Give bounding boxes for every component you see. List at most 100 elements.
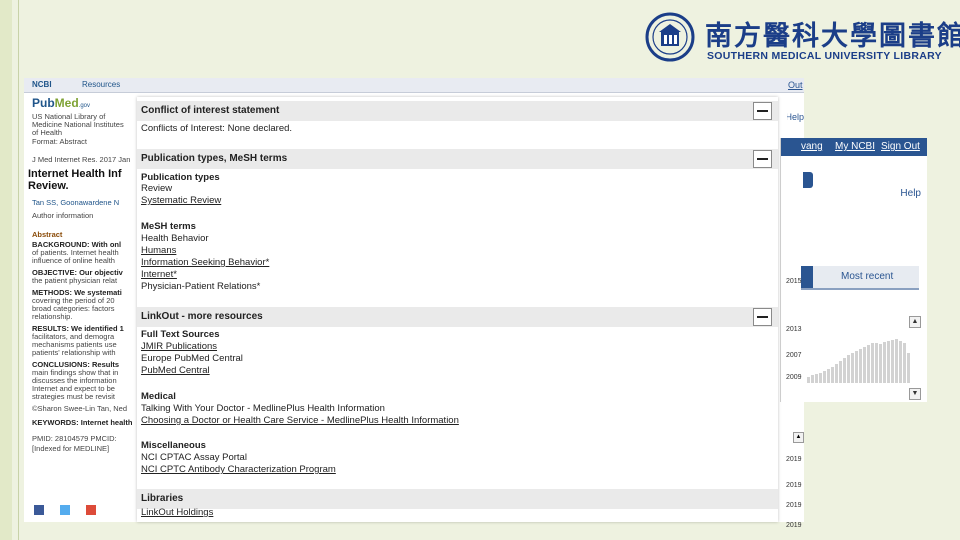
library-english-name: SOUTHERN MEDICAL UNIVERSITY LIBRARY [707,50,942,62]
section-publication-types-mesh: Publication types, MeSH terms [137,149,778,169]
edge-year-fragment: 2019 [786,456,802,463]
section-title-linkout: LinkOut - more resources [141,311,263,322]
slide-left-line [18,0,19,540]
year-bar[interactable] [843,358,846,383]
mesh-term: Physician-Patient Relations* [141,281,261,292]
section-linkout: LinkOut - more resources [137,307,778,327]
pubmed-logo-med: Med [54,96,79,110]
section-title-pubtypes-mesh: Publication types, MeSH terms [141,153,288,164]
details-overlay-panel: Conflict of interest statement Conflicts… [137,97,778,522]
collapse-linkout-button[interactable] [753,308,772,326]
abstract-line: [Indexed for MEDLINE] [32,444,110,453]
abstract-line: PMID: 28104579 PMCID: [32,434,117,443]
timeline-tabs: Most recent [801,266,919,290]
year-bar[interactable] [887,341,890,383]
misc-link[interactable]: NCI CPTC Antibody Characterization Progr… [141,464,336,475]
scroll-down-icon[interactable]: ▼ [909,388,921,400]
edge-year-fragment: 2009 [786,374,802,381]
user-name-link[interactable]: vang [801,141,823,152]
year-bar[interactable] [823,371,826,383]
coi-text: Conflicts of Interest: None declared. [141,123,293,134]
citation: J Med Internet Res. 2017 Jan [32,155,131,164]
year-bar[interactable] [831,367,834,383]
help-fragment[interactable]: Help [787,112,804,122]
fulltext-link[interactable]: Europe PubMed Central [141,353,243,364]
resources-menu[interactable]: Resources [82,80,120,89]
section-libraries: Libraries [137,489,778,509]
author-information-toggle[interactable]: Author information [32,211,93,220]
results-by-year-chart [807,328,917,383]
authors[interactable]: Tan SS, Goonawardene N [32,198,119,207]
year-bar[interactable] [839,361,842,383]
mesh-term[interactable]: Information Seeking Behavior* [141,257,269,268]
year-bar[interactable] [907,353,910,383]
edge-year-fragment: 2007 [786,352,802,359]
format-selector[interactable]: Format: Abstract [32,137,87,146]
medical-link[interactable]: Choosing a Doctor or Health Care Service… [141,415,459,426]
sign-out-link[interactable]: Sign Out [881,141,920,152]
fulltext-link[interactable]: JMIR Publications [141,341,217,352]
year-bar[interactable] [855,351,858,383]
collapse-pubtypes-button[interactable] [753,150,772,168]
mesh-term[interactable]: Internet* [141,269,177,280]
misc-heading: Miscellaneous [141,440,206,451]
year-bar[interactable] [811,375,814,383]
mesh-term: Health Behavior [141,233,209,244]
year-bar[interactable] [815,374,818,383]
year-bar[interactable] [827,369,830,383]
year-bar[interactable] [867,345,870,383]
right-sidebar-background: vang My NCBI Sign Out Help Most recent ▲… [780,138,927,402]
my-ncbi-link[interactable]: My NCBI [835,141,875,152]
twitter-icon[interactable] [60,505,71,515]
ncbi-logo[interactable]: NCBI [32,80,52,89]
year-bar[interactable] [871,343,874,383]
edge-year-fragment: 2019 [786,482,802,489]
abstract-line: ©Sharon Swee-Lin Tan, Ned [32,404,128,413]
section-title-coi: Conflict of interest statement [141,105,280,116]
help-link[interactable]: Help [900,188,921,199]
pubmed-logo-gov: .gov [78,103,91,109]
tab-most-recent[interactable]: Most recent [841,271,893,282]
article-title-1: Internet Health Inf [28,168,122,180]
year-bar[interactable] [891,340,894,383]
year-bar[interactable] [819,373,822,383]
year-bar[interactable] [863,347,866,383]
social-icons [34,505,97,517]
edge-year-fragment: 2013 [786,326,802,333]
account-bar: vang My NCBI Sign Out [781,138,927,156]
year-bar[interactable] [899,341,902,383]
year-bar[interactable] [859,349,862,383]
google-plus-icon[interactable] [86,505,97,515]
year-bar[interactable] [879,344,882,383]
top-right-account-strip: Out [784,80,804,92]
search-button-fragment[interactable] [803,172,813,188]
right-column-scroll-up-icon[interactable]: ▲ [793,432,804,443]
medical-link[interactable]: Talking With Your Doctor - MedlinePlus H… [141,403,385,414]
ncbi-top-bar: NCBI Resources [24,78,804,93]
year-bar[interactable] [851,353,854,383]
facebook-icon[interactable] [34,505,44,515]
collapse-coi-button[interactable] [753,102,772,120]
section-conflict-of-interest: Conflict of interest statement [137,101,778,121]
pubtype-item[interactable]: Systematic Review [141,195,221,206]
year-bar[interactable] [895,339,898,383]
slide-left-stripe [0,0,12,540]
mesh-heading: MeSH terms [141,221,196,232]
year-bar[interactable] [875,343,878,383]
library-link[interactable]: LinkOut Holdings [141,507,213,518]
fulltext-heading: Full Text Sources [141,329,220,340]
sign-out-link-fragment[interactable]: Out [788,80,803,90]
year-bar[interactable] [883,342,886,383]
fulltext-link[interactable]: PubMed Central [141,365,210,376]
scroll-up-icon[interactable]: ▲ [909,316,921,328]
nlm-line-3: of Health [32,128,63,137]
year-bar[interactable] [847,355,850,383]
year-bar[interactable] [835,364,838,383]
year-bar[interactable] [903,343,906,383]
misc-link[interactable]: NCI CPTAC Assay Portal [141,452,247,463]
abstract-line: strategies must be revisit [32,392,115,401]
pubmed-logo[interactable]: PubMed.gov [32,96,90,110]
year-bar[interactable] [807,377,810,383]
mesh-term[interactable]: Humans [141,245,176,256]
pubtypes-heading: Publication types [141,172,220,183]
